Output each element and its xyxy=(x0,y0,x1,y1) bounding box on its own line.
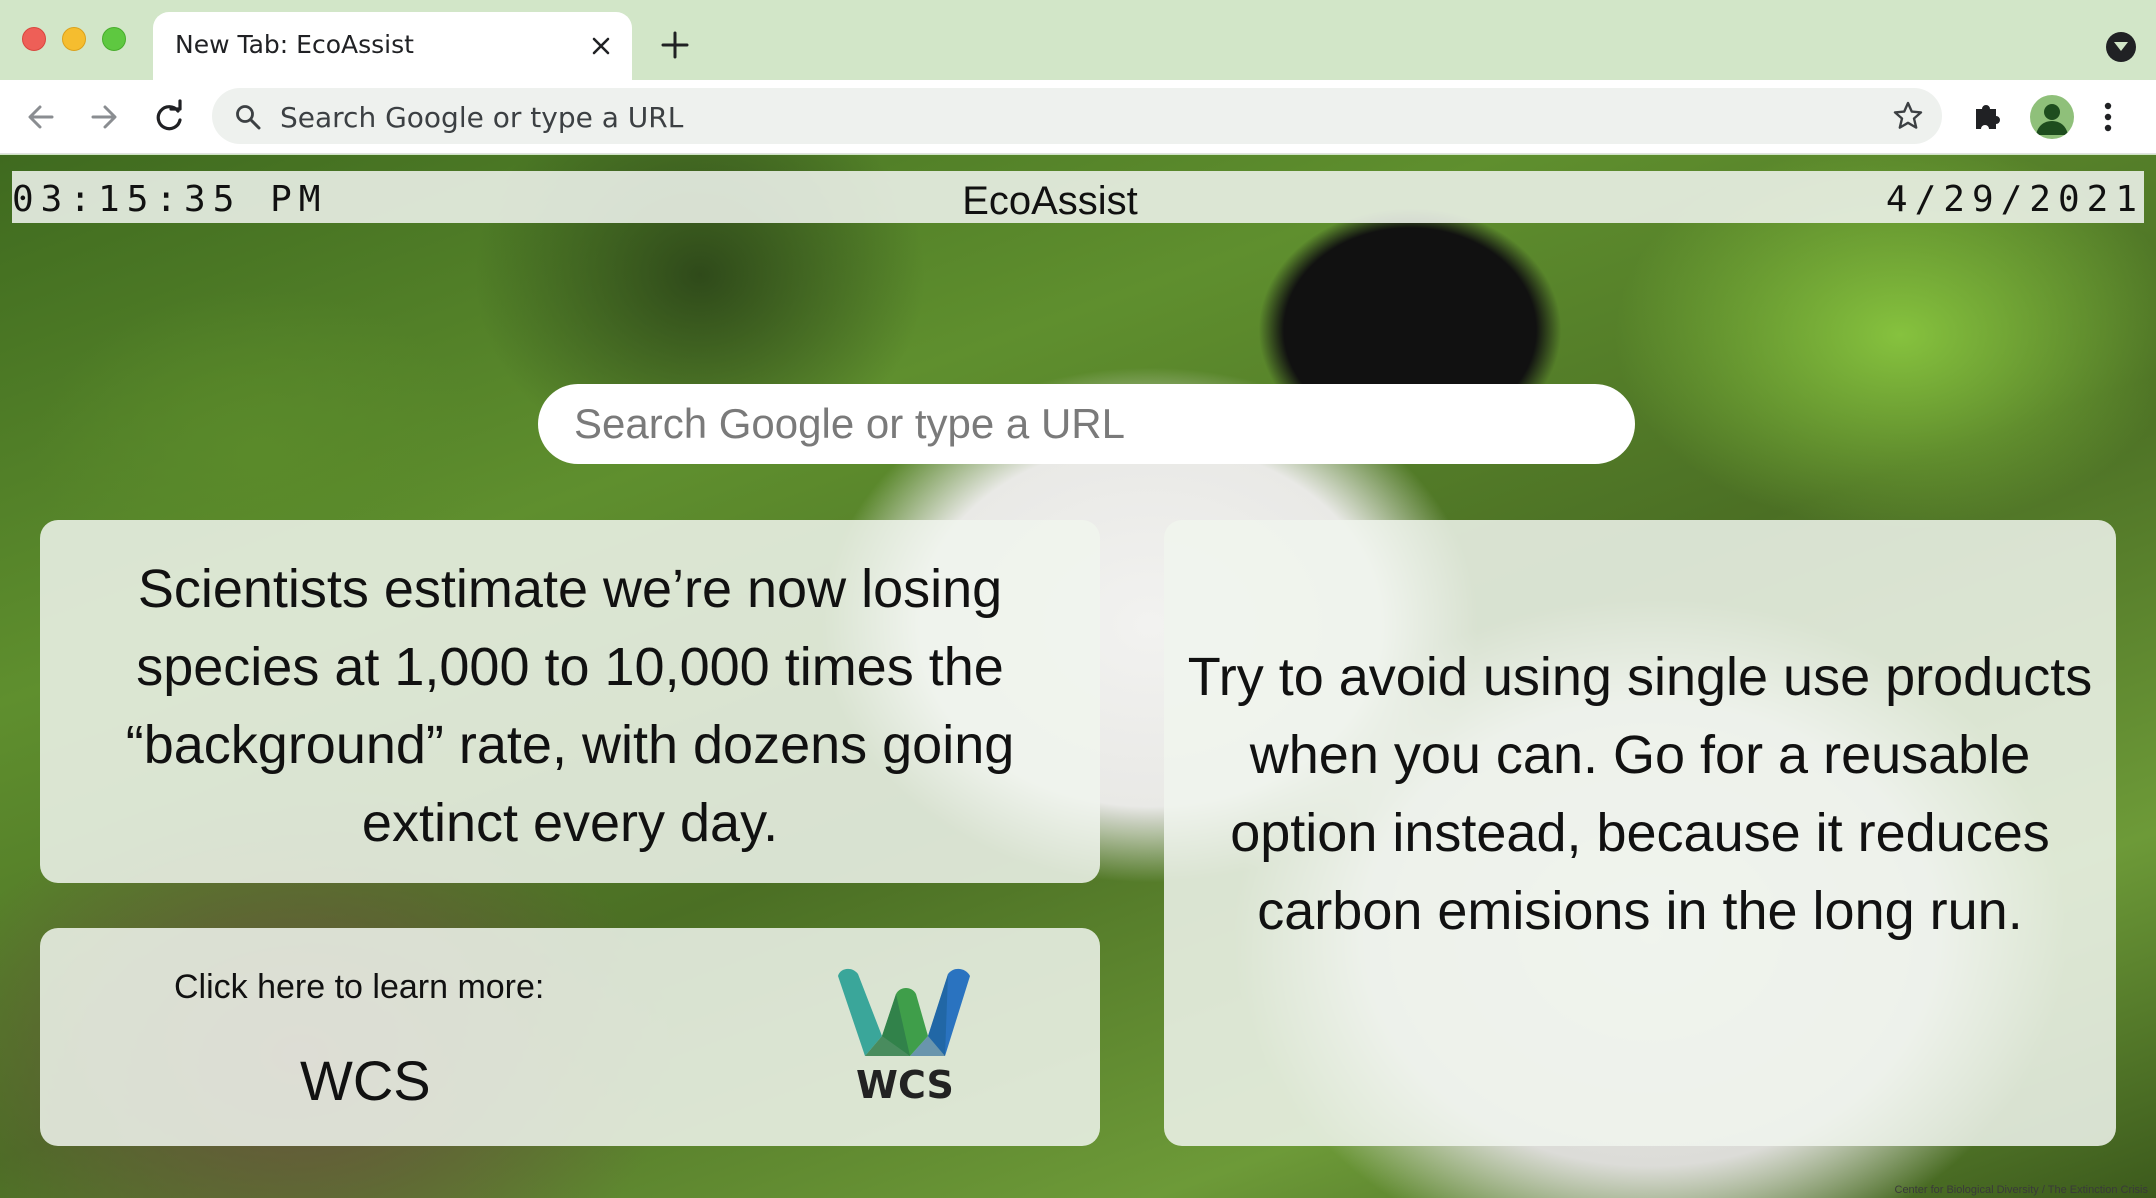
profile-icon[interactable] xyxy=(2030,95,2074,139)
back-arrow-icon[interactable] xyxy=(22,98,60,136)
header-bar: 03:15:35 PM EcoAssist 4/29/2021 xyxy=(12,171,2144,223)
active-tab[interactable]: New Tab: EcoAssist xyxy=(153,12,632,80)
tab-strip: New Tab: EcoAssist xyxy=(0,0,2156,80)
tab-title: New Tab: EcoAssist xyxy=(175,30,414,59)
address-bar-placeholder[interactable]: Search Google or type a URL xyxy=(280,101,683,134)
maximize-window-button[interactable] xyxy=(102,27,126,51)
search-input[interactable] xyxy=(574,400,1594,448)
more-vert-icon[interactable] xyxy=(2102,98,2114,140)
tip-text: Try to avoid using single use products w… xyxy=(1187,647,2093,941)
minimize-window-button[interactable] xyxy=(62,27,86,51)
wcs-link[interactable]: WCS xyxy=(300,1048,431,1113)
search-icon xyxy=(234,103,262,135)
star-icon[interactable] xyxy=(1892,100,1924,136)
page-search-bar[interactable] xyxy=(538,384,1635,464)
reload-icon[interactable] xyxy=(150,98,188,136)
close-icon[interactable] xyxy=(588,33,614,59)
address-bar[interactable]: Search Google or type a URL xyxy=(212,88,1942,144)
extensions-icon[interactable] xyxy=(1970,99,2004,137)
date: 4/29/2021 xyxy=(1885,179,2144,220)
learn-more-card[interactable]: Click here to learn more: WCS WCS xyxy=(40,928,1100,1146)
wcs-logo-text: WCS xyxy=(856,1063,954,1107)
tip-card: Try to avoid using single use products w… xyxy=(1164,520,2116,1146)
plus-icon[interactable] xyxy=(658,28,692,62)
fact-card: Scientists estimate we’re now losing spe… xyxy=(40,520,1100,883)
learn-more-label: Click here to learn more: xyxy=(174,968,545,1006)
browser-toolbar: Search Google or type a URL xyxy=(0,80,2156,154)
wcs-logo[interactable]: WCS xyxy=(830,958,980,1108)
new-tab-page: 03:15:35 PM EcoAssist 4/29/2021 Scientis… xyxy=(0,155,2156,1198)
close-window-button[interactable] xyxy=(22,27,46,51)
forward-arrow-icon[interactable] xyxy=(85,98,123,136)
fact-text: Scientists estimate we’re now losing spe… xyxy=(125,559,1015,853)
page-title: EcoAssist xyxy=(962,179,1138,223)
photo-credit: Center for Biological Diversity / The Ex… xyxy=(1894,1184,2149,1196)
tab-search-icon[interactable] xyxy=(2106,32,2136,62)
